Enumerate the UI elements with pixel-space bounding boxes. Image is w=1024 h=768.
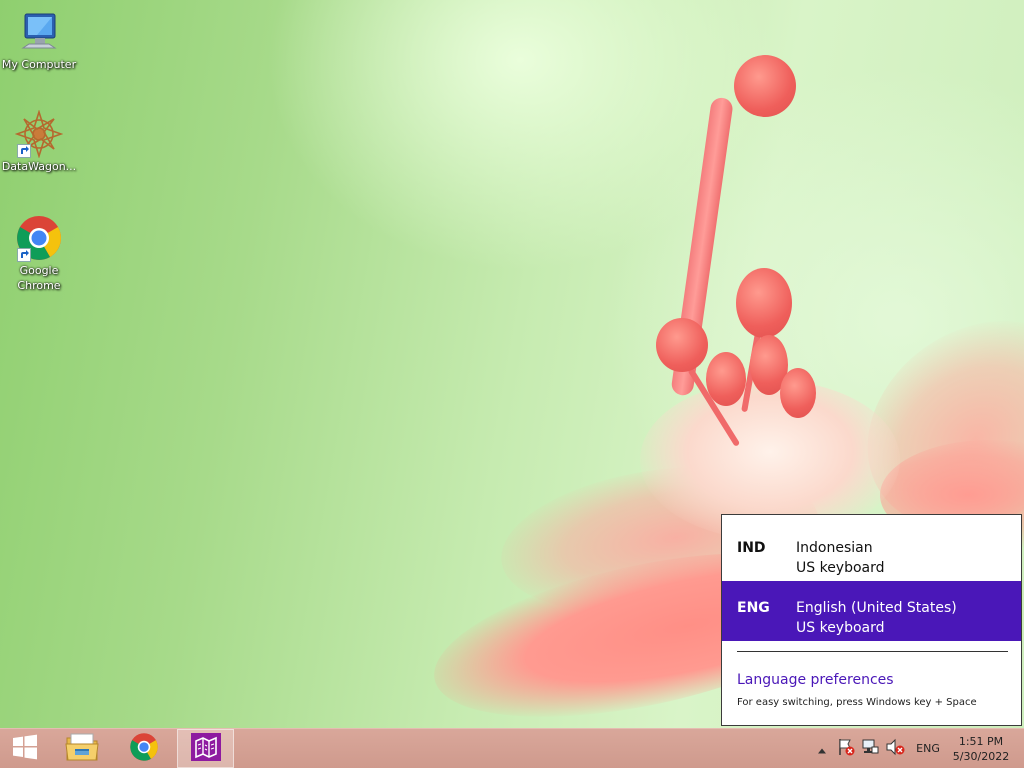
taskbar-app-active[interactable] <box>177 729 234 768</box>
language-item-indonesian[interactable]: IND Indonesian US keyboard <box>722 521 1021 581</box>
network-icon <box>861 738 879 760</box>
volume-muted-icon <box>885 738 905 760</box>
windows-start-icon <box>12 734 38 764</box>
language-code: ENG <box>737 600 770 616</box>
shortcut-arrow-icon <box>17 144 31 158</box>
desktop-icon-label: My Computer <box>1 58 77 71</box>
start-button[interactable] <box>0 729 50 768</box>
chevron-up-icon <box>817 739 827 758</box>
volume-button[interactable] <box>884 729 906 768</box>
language-flyout: IND Indonesian US keyboard ENG English (… <box>721 514 1022 726</box>
keyboard-layout: US keyboard <box>796 560 885 576</box>
clock[interactable]: 1:51 PM 5/30/2022 <box>948 729 1014 768</box>
file-explorer-icon <box>65 732 99 766</box>
app-icon <box>190 732 221 765</box>
desktop-icon-label: DataWagon... <box>1 160 77 173</box>
input-language-indicator[interactable]: ENG <box>910 729 946 768</box>
wallpaper-anther <box>734 55 796 117</box>
action-center-button[interactable] <box>836 729 856 768</box>
language-name: English (United States) <box>796 600 957 616</box>
divider <box>737 651 1008 652</box>
show-hidden-icons-button[interactable] <box>814 729 830 768</box>
chrome-icon <box>129 732 159 766</box>
flag-warning-icon <box>837 738 855 760</box>
keyboard-layout: US keyboard <box>796 620 885 636</box>
language-item-english[interactable]: ENG English (United States) US keyboard <box>722 581 1021 641</box>
wallpaper-anther <box>780 368 816 418</box>
wallpaper-anther <box>736 268 792 338</box>
network-button[interactable] <box>860 729 880 768</box>
computer-icon <box>15 8 63 56</box>
language-preferences-link[interactable]: Language preferences <box>737 672 894 688</box>
datawagon-icon <box>14 109 64 159</box>
language-code: IND <box>737 540 766 556</box>
chrome-icon <box>15 214 63 262</box>
clock-time: 1:51 PM <box>958 735 1004 748</box>
clock-date: 5/30/2022 <box>952 750 1010 763</box>
desktop-icon-google-chrome[interactable]: Google Chrome <box>0 214 78 293</box>
taskbar: ENG 1:51 PM 5/30/2022 <box>0 728 1024 768</box>
shortcut-arrow-icon <box>17 248 31 262</box>
taskbar-chrome[interactable] <box>116 729 172 768</box>
desktop-icon-datawagon[interactable]: DataWagon... <box>0 109 78 174</box>
desktop-icon-my-computer[interactable]: My Computer <box>0 8 78 72</box>
desktop-icon-label: Google Chrome <box>17 264 61 292</box>
wallpaper-anther <box>706 352 746 406</box>
language-name: Indonesian <box>796 540 873 556</box>
wallpaper-anther <box>656 318 708 372</box>
taskbar-file-explorer[interactable] <box>54 729 110 768</box>
switching-hint: For easy switching, press Windows key + … <box>737 697 977 708</box>
